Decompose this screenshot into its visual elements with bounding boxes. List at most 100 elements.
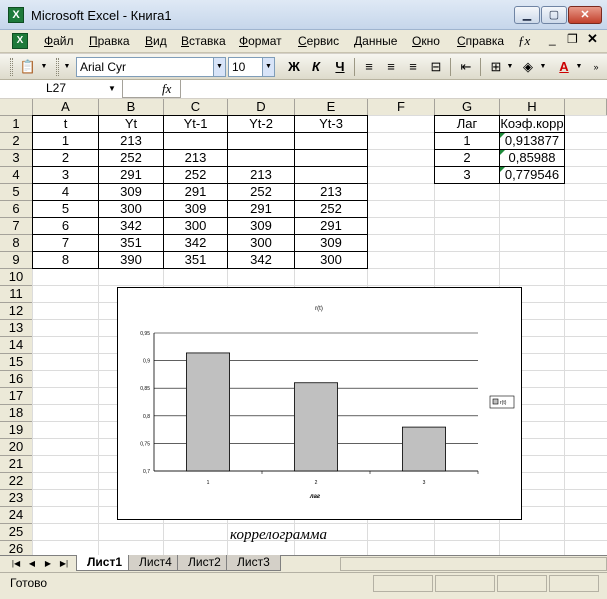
row-header-2[interactable]: 2 [0, 133, 33, 150]
cell-b5[interactable]: 309 [98, 183, 164, 201]
font-color-icon[interactable]: A [554, 57, 574, 77]
horizontal-scrollbar[interactable] [340, 557, 607, 571]
cell-a6[interactable]: 5 [32, 200, 99, 218]
cell-d1[interactable]: Yt-2 [227, 115, 295, 133]
row-header-18[interactable]: 18 [0, 405, 33, 422]
cell-g4[interactable]: 3 [434, 166, 500, 184]
row-header-8[interactable]: 8 [0, 235, 33, 252]
name-box[interactable]: L27 [0, 80, 123, 98]
cell-h2[interactable]: 0,913877 [499, 132, 565, 150]
cell-g1[interactable]: Лаг [434, 115, 500, 133]
sheet-tab-list3[interactable]: Лист3 [226, 555, 281, 571]
row-header-3[interactable]: 3 [0, 150, 33, 167]
menu-insert[interactable]: Вставка [181, 34, 226, 48]
column-header-i[interactable] [565, 99, 607, 116]
row-header-12[interactable]: 12 [0, 303, 33, 320]
cell-c9[interactable]: 351 [163, 251, 228, 269]
paste-icon[interactable]: 📋 [18, 57, 38, 77]
chevron-down-icon[interactable]: ▼ [505, 57, 515, 77]
excel-app-icon[interactable]: X [8, 7, 24, 23]
column-header-h[interactable]: H [500, 99, 565, 116]
align-center-icon[interactable]: ≡ [381, 57, 401, 77]
window-minimize-button[interactable]: ▁ [514, 6, 540, 24]
cell-c1[interactable]: Yt-1 [163, 115, 228, 133]
prev-sheet-icon[interactable]: ◀ [26, 556, 38, 571]
cell-a2[interactable]: 1 [32, 132, 99, 150]
menu-view[interactable]: Вид [145, 34, 167, 48]
row-header-22[interactable]: 22 [0, 473, 33, 490]
cell-b4[interactable]: 291 [98, 166, 164, 184]
formula-input[interactable] [180, 80, 607, 98]
toolbar-grip[interactable] [10, 58, 13, 76]
cell-c8[interactable]: 342 [163, 234, 228, 252]
column-header-g[interactable]: G [435, 99, 500, 116]
cell-a7[interactable]: 6 [32, 217, 99, 235]
cell-b1[interactable]: Yt [98, 115, 164, 133]
menu-format[interactable]: Формат [239, 34, 282, 48]
row-header-6[interactable]: 6 [0, 201, 33, 218]
workbook-close-button[interactable]: ✕ [587, 31, 598, 47]
cell-e5[interactable]: 213 [294, 183, 368, 201]
menu-data[interactable]: Данные [354, 34, 397, 48]
align-left-icon[interactable]: ≡ [359, 57, 379, 77]
cell-d9[interactable]: 342 [227, 251, 295, 269]
cell-c3[interactable]: 213 [163, 149, 228, 167]
cell-d3[interactable] [227, 149, 295, 167]
cell-h1[interactable]: Коэф.корр [499, 115, 565, 133]
chart-bar-1[interactable] [186, 352, 231, 472]
row-header-11[interactable]: 11 [0, 286, 33, 303]
row-header-25[interactable]: 25 [0, 524, 33, 541]
window-maximize-button[interactable]: ▢ [541, 6, 567, 24]
row-header-13[interactable]: 13 [0, 320, 33, 337]
cell-e7[interactable]: 291 [294, 217, 368, 235]
chart-bar-3[interactable] [401, 426, 446, 472]
cell-c6[interactable]: 309 [163, 200, 228, 218]
chevron-down-icon[interactable]: ▼ [538, 57, 548, 77]
toolbar-options-icon[interactable]: » [590, 57, 602, 77]
chart-bar-2[interactable] [293, 382, 338, 472]
row-header-7[interactable]: 7 [0, 218, 33, 235]
borders-icon[interactable]: ⊞ [486, 57, 506, 77]
row-header-5[interactable]: 5 [0, 184, 33, 201]
workbook-minimize-button[interactable]: _ [549, 32, 556, 46]
chevron-down-icon[interactable]: ▼ [262, 58, 274, 76]
cell-b6[interactable]: 300 [98, 200, 164, 218]
cell-e9[interactable]: 300 [294, 251, 368, 269]
insert-function-icon[interactable]: fx [162, 80, 171, 97]
cell-h3[interactable]: 0,85988 [499, 149, 565, 167]
cell-a5[interactable]: 4 [32, 183, 99, 201]
cell-b8[interactable]: 351 [98, 234, 164, 252]
row-header-26[interactable]: 26 [0, 541, 33, 555]
row-header-4[interactable]: 4 [0, 167, 33, 184]
column-header-e[interactable]: E [295, 99, 368, 116]
row-header-10[interactable]: 10 [0, 269, 33, 286]
chevron-down-icon[interactable]: ▼ [213, 58, 225, 76]
last-sheet-icon[interactable]: ▶| [58, 556, 70, 571]
cell-a4[interactable]: 3 [32, 166, 99, 184]
cell-a8[interactable]: 7 [32, 234, 99, 252]
function-help-icon[interactable]: ƒx [518, 33, 530, 49]
cell-e1[interactable]: Yt-3 [294, 115, 368, 133]
row-header-1[interactable]: 1 [0, 116, 33, 133]
cell-c2[interactable] [163, 132, 228, 150]
cell-b9[interactable]: 390 [98, 251, 164, 269]
cell-d5[interactable]: 252 [227, 183, 295, 201]
row-header-21[interactable]: 21 [0, 456, 33, 473]
bold-button[interactable]: Ж [284, 57, 304, 77]
column-header-d[interactable]: D [228, 99, 295, 116]
row-header-24[interactable]: 24 [0, 507, 33, 524]
chevron-down-icon[interactable]: ▼ [38, 57, 50, 77]
first-sheet-icon[interactable]: |◀ [10, 556, 22, 571]
font-name-select[interactable]: Arial Cyr ▼ [76, 57, 226, 77]
cell-e4[interactable] [294, 166, 368, 184]
chevron-down-icon[interactable]: ▼ [108, 84, 116, 93]
cell-b3[interactable]: 252 [98, 149, 164, 167]
next-sheet-icon[interactable]: ▶ [42, 556, 54, 571]
cell-a3[interactable]: 2 [32, 149, 99, 167]
menu-edit[interactable]: Правка [89, 34, 130, 48]
correlogram-chart[interactable]: r(t) лаг 0,7 0,75 0,8 0,85 0,9 0,95 1 2 3 r(t) [117, 287, 522, 520]
row-header-16[interactable]: 16 [0, 371, 33, 388]
sheet-tab-list1[interactable]: Лист1 [76, 555, 134, 571]
cell-d6[interactable]: 291 [227, 200, 295, 218]
menu-window[interactable]: Окно [412, 34, 440, 48]
